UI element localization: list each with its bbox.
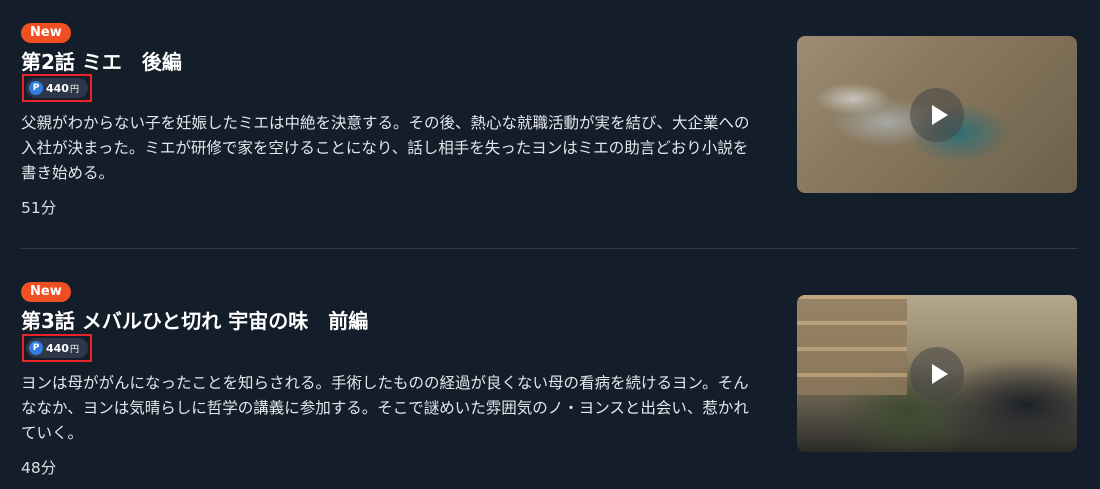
episode-duration: 51分 bbox=[21, 199, 57, 217]
price-tag: P 440 円 bbox=[26, 78, 88, 98]
bookshelf-image bbox=[797, 295, 907, 395]
price-unit: 円 bbox=[69, 344, 79, 355]
episode-synopsis: ヨンは母ががんになったことを知らされる。手術したものの経過が良くない母の看病を続… bbox=[21, 374, 749, 442]
play-icon[interactable] bbox=[910, 346, 964, 401]
divider bbox=[21, 248, 1077, 249]
episode-thumbnail[interactable] bbox=[797, 295, 1077, 452]
episode-thumbnail[interactable] bbox=[797, 36, 1077, 193]
price-highlight: P 440 円 bbox=[22, 334, 92, 362]
episode-duration: 48分 bbox=[21, 459, 57, 477]
price-unit: 円 bbox=[69, 84, 79, 95]
episode-synopsis: 父親がわからない子を妊娠したミエは中絶を決意する。その後、熱心な就職活動が実を結… bbox=[21, 114, 750, 182]
price-value: 440 bbox=[46, 81, 69, 95]
point-icon: P bbox=[29, 81, 43, 95]
episode-item-2[interactable]: New 第2話 ミエ 後編 P 440 円 父親がわからない子を妊娠したミエは中… bbox=[21, 21, 1077, 217]
price-highlight: P 440 円 bbox=[22, 74, 92, 102]
point-icon: P bbox=[29, 341, 43, 355]
price-value: 440 bbox=[46, 341, 69, 355]
new-badge: New bbox=[21, 23, 71, 43]
episode-item-3[interactable]: New 第3話 メバルひと切れ 宇宙の味 前編 P 440 円 ヨンは母ががんに… bbox=[21, 280, 1077, 477]
play-icon[interactable] bbox=[910, 87, 964, 142]
new-badge: New bbox=[21, 282, 71, 302]
price-tag: P 440 円 bbox=[26, 338, 88, 358]
